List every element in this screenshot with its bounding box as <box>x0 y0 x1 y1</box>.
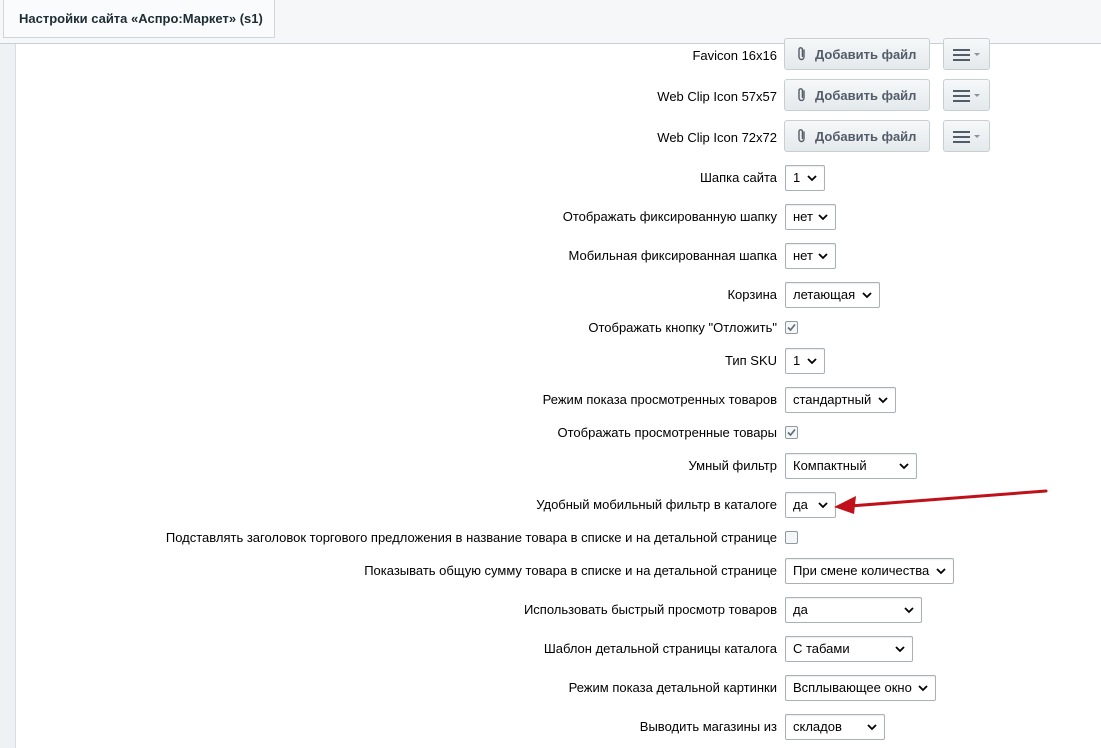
offer-title-checkbox[interactable] <box>785 531 798 544</box>
chevron-down-icon <box>904 607 914 614</box>
row-detail-template: Шаблон детальной страницы каталога С таб… <box>16 634 1101 664</box>
chevron-down-icon <box>862 292 872 299</box>
chevron-down-icon <box>899 463 909 470</box>
quick-view-select[interactable]: да <box>785 597 922 623</box>
detail-template-label: Шаблон детальной страницы каталога <box>543 641 777 656</box>
add-file-button[interactable]: Добавить файл <box>784 79 930 111</box>
fixed-header-select[interactable]: нет <box>785 204 836 230</box>
sku-type-select[interactable]: 1 <box>785 348 825 374</box>
mobile-fixed-header-value: нет <box>793 248 813 263</box>
paperclip-icon <box>798 129 805 143</box>
row-stores-from: Выводить магазины из складов <box>16 712 1101 742</box>
chevron-down-icon <box>936 568 946 575</box>
settings-panel: Favicon 16x16 Добавить файл Web Clip Ico… <box>15 38 1101 748</box>
show-delay-button-checkbox[interactable] <box>785 321 798 334</box>
basket-select[interactable]: летающая <box>785 282 880 308</box>
row-show-delay-button: Отображать кнопку "Отложить" <box>16 313 1101 343</box>
row-show-viewed: Отображать просмотренные товары <box>16 418 1101 448</box>
chevron-down-icon <box>867 724 877 731</box>
show-delay-button-label: Отображать кнопку "Отложить" <box>588 320 777 335</box>
file-menu-button[interactable] <box>943 79 990 111</box>
chevron-down-icon <box>818 214 828 221</box>
webclip72-label: Web Clip Icon 72x72 <box>657 130 777 145</box>
mobile-filter-label: Удобный мобильный фильтр в каталоге <box>536 497 777 512</box>
detail-template-value: С табами <box>793 641 850 656</box>
fixed-header-value: нет <box>793 209 813 224</box>
detail-picture-mode-value: Всплывающее окно <box>793 680 912 695</box>
site-header-select[interactable]: 1 <box>785 165 825 191</box>
total-sum-select[interactable]: При смене количества <box>785 558 954 584</box>
hamburger-menu-icon <box>953 90 980 102</box>
chevron-down-icon <box>916 679 930 697</box>
file-row-webclip72: Web Clip Icon 72x72 Добавить файл <box>16 120 1101 153</box>
favicon-label: Favicon 16x16 <box>692 48 777 63</box>
row-offer-title: Подставлять заголовок торгового предложе… <box>16 523 1101 553</box>
row-fixed-header: Отображать фиксированную шапку нет <box>16 202 1101 232</box>
file-row-webclip57: Web Clip Icon 57x57 Добавить файл <box>16 79 1101 112</box>
paperclip-icon <box>798 88 805 102</box>
row-sku-type: Тип SKU 1 <box>16 346 1101 376</box>
stores-from-value: складов <box>793 719 842 734</box>
tab-bar: Настройки сайта «Аспро:Маркет» (s1) <box>0 0 1101 44</box>
tab-site-settings[interactable]: Настройки сайта «Аспро:Маркет» (s1) <box>3 0 275 38</box>
sku-type-label: Тип SKU <box>724 353 777 368</box>
quick-view-label: Использовать быстрый просмотр товаров <box>523 602 777 617</box>
file-menu-button[interactable] <box>943 120 990 152</box>
site-header-value: 1 <box>793 170 801 185</box>
row-basket: Корзина летающая <box>16 280 1101 310</box>
mobile-filter-value: да <box>793 497 808 512</box>
sku-type-value: 1 <box>793 353 801 368</box>
smart-filter-label: Умный фильтр <box>688 458 778 473</box>
row-detail-picture-mode: Режим показа детальной картинки Всплываю… <box>16 673 1101 703</box>
stores-from-label: Выводить магазины из <box>639 719 777 734</box>
checkmark-icon <box>787 428 796 437</box>
detail-picture-mode-select[interactable]: Всплывающее окно <box>785 675 936 701</box>
fixed-header-label: Отображать фиксированную шапку <box>562 209 777 224</box>
stores-from-select[interactable]: складов <box>785 714 885 740</box>
add-file-label: Добавить файл <box>815 128 917 144</box>
add-file-label: Добавить файл <box>815 87 917 103</box>
add-file-button[interactable]: Добавить файл <box>784 38 930 70</box>
add-file-label: Добавить файл <box>815 46 917 62</box>
tab-title: Настройки сайта «Аспро:Маркет» (s1) <box>19 11 263 26</box>
detail-picture-mode-label: Режим показа детальной картинки <box>568 680 777 695</box>
row-site-header: Шапка сайта 1 <box>16 163 1101 193</box>
annotation-arrow <box>834 489 1048 514</box>
total-sum-value: При смене количества <box>793 563 930 578</box>
file-menu-button[interactable] <box>943 38 990 70</box>
chevron-down-icon <box>895 646 905 653</box>
row-smart-filter: Умный фильтр Компактный <box>16 451 1101 481</box>
basket-label: Корзина <box>727 287 777 302</box>
viewed-mode-select[interactable]: стандартный <box>785 387 896 413</box>
chevron-down-icon <box>807 358 817 365</box>
show-viewed-checkbox[interactable] <box>785 426 798 439</box>
smart-filter-select[interactable]: Компактный <box>785 453 917 479</box>
viewed-mode-value: стандартный <box>793 392 872 407</box>
chevron-down-icon <box>818 253 828 260</box>
total-sum-label: Показывать общую сумму товара в списке и… <box>364 563 777 578</box>
file-row-favicon: Favicon 16x16 Добавить файл <box>16 38 1101 71</box>
offer-title-label: Подставлять заголовок торгового предложе… <box>165 530 777 545</box>
viewed-mode-label: Режим показа просмотренных товаров <box>542 392 777 407</box>
row-total-sum: Показывать общую сумму товара в списке и… <box>16 556 1101 586</box>
paperclip-icon <box>798 47 805 61</box>
basket-value: летающая <box>793 287 856 302</box>
mobile-fixed-header-label: Мобильная фиксированная шапка <box>568 248 777 263</box>
quick-view-value: да <box>793 602 808 617</box>
add-file-button[interactable]: Добавить файл <box>784 120 930 152</box>
chevron-down-icon <box>878 397 888 404</box>
site-header-label: Шапка сайта <box>699 170 777 185</box>
show-viewed-label: Отображать просмотренные товары <box>557 425 777 440</box>
row-viewed-mode: Режим показа просмотренных товаров станд… <box>16 385 1101 415</box>
row-mobile-fixed-header: Мобильная фиксированная шапка нет <box>16 241 1101 271</box>
webclip57-label: Web Clip Icon 57x57 <box>657 89 777 104</box>
chevron-down-icon <box>807 175 817 182</box>
hamburger-menu-icon <box>953 49 980 61</box>
checkmark-icon <box>787 323 796 332</box>
smart-filter-value: Компактный <box>793 458 867 473</box>
mobile-fixed-header-select[interactable]: нет <box>785 243 836 269</box>
detail-template-select[interactable]: С табами <box>785 636 913 662</box>
row-quick-view: Использовать быстрый просмотр товаров да <box>16 595 1101 625</box>
hamburger-menu-icon <box>953 131 980 143</box>
